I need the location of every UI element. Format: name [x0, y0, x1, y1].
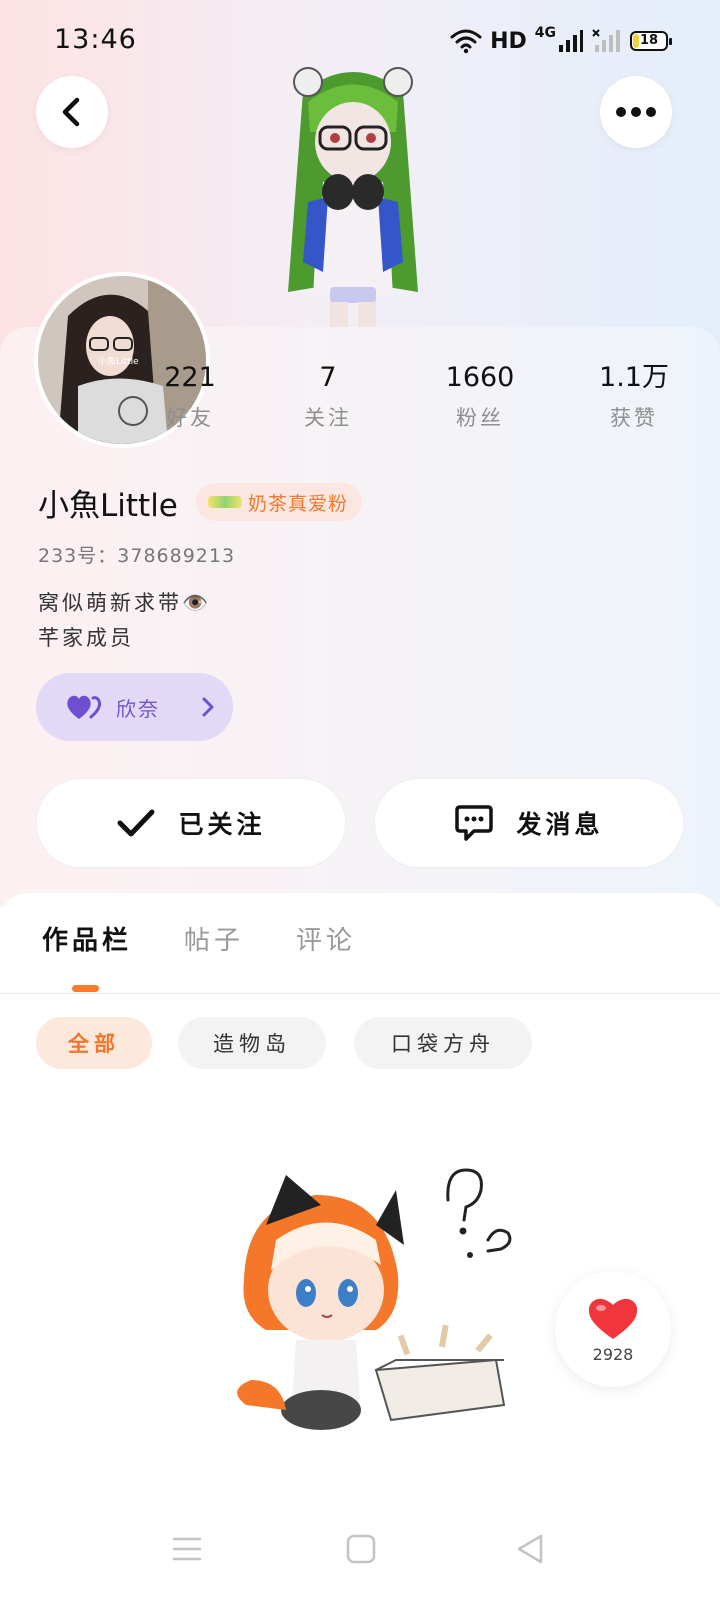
heart-icon — [588, 1298, 638, 1339]
stat-fans-count: 1660 — [445, 362, 515, 393]
double-heart-icon — [67, 695, 102, 719]
hd-indicator: HD — [490, 28, 527, 54]
system-navigation-bar — [0, 1510, 720, 1600]
tab-works[interactable]: 作品栏 — [42, 920, 132, 957]
checkmark-icon — [117, 809, 155, 837]
stat-following[interactable]: 7 关注 — [268, 360, 388, 432]
filter-pocket-ark[interactable]: 口袋方舟 — [354, 1017, 532, 1069]
stat-friends-count: 221 — [164, 362, 216, 393]
status-icons: HD 4G 18 — [450, 25, 672, 56]
more-options-button[interactable] — [600, 76, 672, 148]
wifi-icon — [450, 29, 482, 54]
badge-text: 奶茶真爱粉 — [248, 492, 349, 515]
character-avatar-illustration — [288, 67, 418, 327]
bio-line-2: 芊家成员 — [38, 626, 134, 650]
like-button[interactable]: 2928 — [555, 1271, 671, 1387]
fan-club-label: 欣奈 — [116, 696, 160, 721]
filter-all[interactable]: 全部 — [36, 1017, 152, 1069]
chevron-right-icon — [202, 697, 214, 717]
stat-likes-count: 1.1万 — [599, 362, 669, 393]
like-count: 2928 — [592, 1344, 634, 1364]
stat-likes[interactable]: 1.1万 获赞 — [574, 360, 694, 432]
chat-bubble-icon — [455, 805, 494, 841]
stat-likes-label: 获赞 — [610, 406, 658, 430]
back-button[interactable] — [36, 76, 108, 148]
user-id: 233号：378689213 — [38, 545, 236, 567]
signal-no-service-icon — [592, 29, 620, 52]
tab-active-indicator — [72, 985, 99, 992]
tab-comments[interactable]: 评论 — [296, 920, 356, 957]
more-dots-icon — [616, 107, 656, 117]
back-triangle-icon[interactable] — [515, 1533, 545, 1565]
status-time: 13:46 — [54, 24, 137, 55]
stat-fans-label: 粉丝 — [456, 406, 504, 430]
tab-divider — [0, 993, 720, 994]
home-square-icon[interactable] — [346, 1534, 376, 1564]
tab-posts[interactable]: 帖子 — [184, 920, 244, 957]
chevron-left-icon — [62, 97, 80, 127]
menu-icon[interactable] — [172, 1536, 202, 1562]
fan-badge[interactable]: 奶茶真爱粉 — [196, 483, 363, 521]
stat-following-label: 关注 — [304, 406, 352, 430]
stat-friends[interactable]: 221 好友 — [130, 360, 250, 432]
profile-name: 小魚Little — [38, 488, 178, 524]
bio-line-1: 窝似萌新求带👁️ — [38, 591, 212, 615]
send-message-label: 发消息 — [516, 810, 604, 839]
battery-icon: 18 — [630, 31, 672, 51]
filter-creation-island[interactable]: 造物岛 — [178, 1017, 326, 1069]
stat-friends-label: 好友 — [166, 406, 214, 430]
followed-label: 已关注 — [178, 810, 266, 839]
send-message-button[interactable]: 发消息 — [374, 778, 684, 868]
battery-level-text: 18 — [639, 33, 659, 48]
fan-club-button[interactable]: 欣奈 — [36, 673, 233, 741]
empty-state-illustration — [237, 1168, 512, 1430]
network-type-label: 4G — [534, 25, 556, 41]
signal-strength-icon — [559, 30, 583, 52]
followed-button[interactable]: 已关注 — [36, 778, 346, 868]
stat-following-count: 7 — [319, 362, 337, 393]
badge-icon — [208, 496, 242, 508]
stat-fans[interactable]: 1660 粉丝 — [420, 360, 540, 432]
